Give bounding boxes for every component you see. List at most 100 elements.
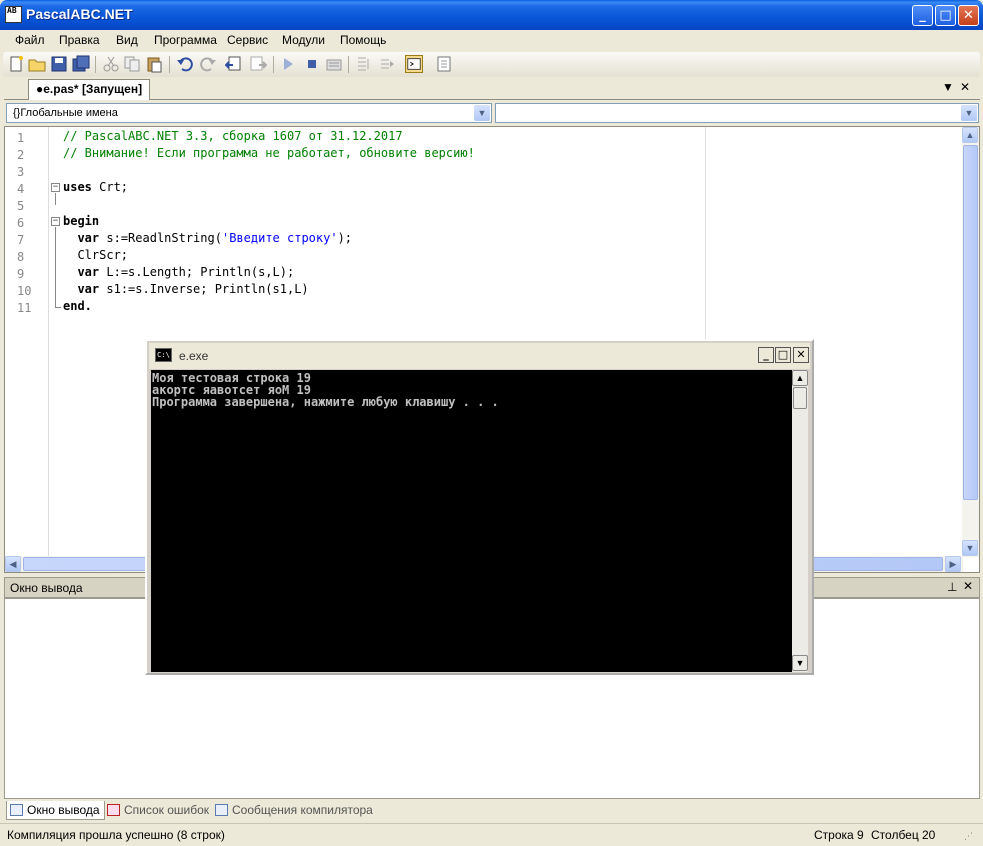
editor-vertical-scrollbar[interactable]: ▲ ▼ <box>962 127 979 557</box>
menu-modules[interactable]: Модули <box>282 33 325 47</box>
console-output-icon[interactable] <box>405 55 423 73</box>
menu-view[interactable]: Вид <box>116 33 138 47</box>
fold-toggle[interactable]: − <box>51 217 60 226</box>
tab-error-list[interactable]: Список ошибок <box>104 801 213 820</box>
code-line: uses Crt; <box>63 180 129 194</box>
line-number-gutter: 1 2 3 4 5 6 7 8 9 10 11 <box>5 127 49 557</box>
line-number: 6 <box>17 216 25 230</box>
menu-help[interactable]: Помощь <box>340 33 386 47</box>
close-pane-icon[interactable]: ✕ <box>963 579 973 593</box>
code-line: var s1:=s.Inverse; Println(s1,L) <box>77 282 309 296</box>
compile-icon[interactable] <box>325 55 343 73</box>
app-icon: AB <box>5 6 22 23</box>
pin-icon[interactable]: ⊥ <box>947 580 957 594</box>
console-minimize-button[interactable]: _ <box>758 347 774 363</box>
console-screen[interactable]: Моя тестовая строка 19 акортс яавотсет я… <box>151 370 792 672</box>
line-number: 10 <box>17 284 32 298</box>
stop-icon[interactable] <box>303 55 321 73</box>
menu-edit[interactable]: Правка <box>59 33 100 47</box>
console-title: e.exe <box>179 349 209 363</box>
scope-combo[interactable]: {}Глобальные имена ▼ <box>6 103 492 123</box>
redo-icon[interactable] <box>199 55 217 73</box>
open-folder-icon[interactable] <box>28 55 46 73</box>
tab-list-icon[interactable]: ▼ <box>942 80 954 94</box>
line-number: 5 <box>17 199 25 213</box>
document-tab-bar: ●e.pas* [Запущен] ▼ ✕ <box>4 78 980 100</box>
code-line: ClrScr; <box>63 248 129 262</box>
line-number: 4 <box>17 182 25 196</box>
compiler-messages-icon <box>215 804 228 816</box>
line-number: 2 <box>17 148 25 162</box>
maximize-button[interactable]: □ <box>935 5 956 26</box>
status-bar: Компиляция прошла успешно (8 строк) Стро… <box>0 823 983 846</box>
member-combo[interactable]: ▼ <box>495 103 979 123</box>
scroll-down-icon[interactable]: ▼ <box>962 540 978 556</box>
minimize-button[interactable]: _ <box>912 5 933 26</box>
column-label: Столбец <box>871 828 919 842</box>
tab-output-window[interactable]: Окно вывода <box>6 801 105 820</box>
error-list-icon <box>107 804 120 816</box>
new-file-icon[interactable] <box>7 55 25 73</box>
code-line: end. <box>63 299 92 313</box>
scroll-up-icon[interactable]: ▲ <box>962 127 978 143</box>
code-line: // Внимание! Если программа не работает,… <box>63 146 475 160</box>
tab-e-pas[interactable]: ●e.pas* [Запущен] <box>28 79 151 100</box>
step-into-icon[interactable] <box>355 55 373 73</box>
menu-bar: Файл Правка Вид Программа Сервис Модули … <box>0 30 983 51</box>
line-number: 8 <box>17 250 25 264</box>
menu-file[interactable]: Файл <box>15 33 45 47</box>
window-title: PascalABC.NET <box>26 6 133 22</box>
code-line: begin <box>63 214 100 228</box>
output-window-icon <box>10 804 23 816</box>
save-icon[interactable] <box>50 55 68 73</box>
fold-toggle[interactable]: − <box>51 183 60 192</box>
chevron-down-icon[interactable]: ▼ <box>474 105 490 121</box>
bottom-tab-bar: Окно вывода Список ошибок Сообщения комп… <box>4 800 980 820</box>
menu-service[interactable]: Сервис <box>227 33 268 47</box>
line-number: 1 <box>17 131 25 145</box>
close-button[interactable]: ✕ <box>958 5 979 26</box>
scroll-thumb[interactable] <box>793 387 807 409</box>
scroll-right-icon[interactable]: ▶ <box>945 556 961 572</box>
step-over-icon[interactable] <box>378 55 396 73</box>
copy-icon[interactable] <box>123 55 141 73</box>
code-line: var s:=ReadlnString('Введите строку'); <box>77 231 353 245</box>
paste-icon[interactable] <box>145 55 163 73</box>
line-number: 3 <box>17 165 25 179</box>
code-line: // PascalABC.NET 3.3, сборка 1607 от 31.… <box>63 129 403 143</box>
menu-program[interactable]: Программа <box>154 33 217 47</box>
console-line: Программа завершена, нажмите любую клави… <box>152 395 499 409</box>
close-tab-icon[interactable]: ✕ <box>960 80 970 94</box>
go-forward-icon[interactable] <box>249 55 267 73</box>
column-value: 20 <box>922 828 936 842</box>
console-scrollbar[interactable]: ▲ ▼ <box>792 370 808 672</box>
tab-compiler-messages[interactable]: Сообщения компилятора <box>212 801 377 820</box>
scope-combo-value: {}Глобальные имена <box>13 107 118 119</box>
scroll-up-icon[interactable]: ▲ <box>792 370 808 386</box>
chevron-down-icon[interactable]: ▼ <box>961 105 977 121</box>
console-window[interactable]: C:\ e.exe _ □ ✕ Моя тестовая строка 19 а… <box>145 339 814 675</box>
scroll-thumb[interactable] <box>963 145 978 500</box>
row-label: Строка <box>814 828 854 842</box>
status-message: Компиляция прошла успешно (8 строк) <box>7 828 225 842</box>
code-line: var L:=s.Length; Println(s,L); <box>77 265 295 279</box>
toolbar <box>3 52 980 77</box>
row-value: 9 <box>857 828 864 842</box>
console-maximize-button[interactable]: □ <box>775 347 791 363</box>
resize-grip-icon[interactable]: ⋰ <box>964 831 973 842</box>
scroll-down-icon[interactable]: ▼ <box>792 655 808 671</box>
scroll-left-icon[interactable]: ◀ <box>5 556 21 572</box>
debug-window-icon[interactable] <box>435 55 453 73</box>
line-number: 11 <box>17 301 32 315</box>
cut-icon[interactable] <box>102 55 120 73</box>
console-title-bar[interactable]: C:\ e.exe _ □ ✕ <box>149 343 810 369</box>
title-bar: AB PascalABC.NET _ □ ✕ <box>0 0 983 30</box>
console-close-button[interactable]: ✕ <box>793 347 809 363</box>
go-back-icon[interactable] <box>225 55 243 73</box>
undo-icon[interactable] <box>176 55 194 73</box>
console-icon: C:\ <box>155 348 172 362</box>
save-all-icon[interactable] <box>72 55 90 73</box>
run-icon[interactable] <box>279 55 297 73</box>
line-number: 7 <box>17 233 25 247</box>
output-pane-title: Окно вывода <box>10 581 83 595</box>
